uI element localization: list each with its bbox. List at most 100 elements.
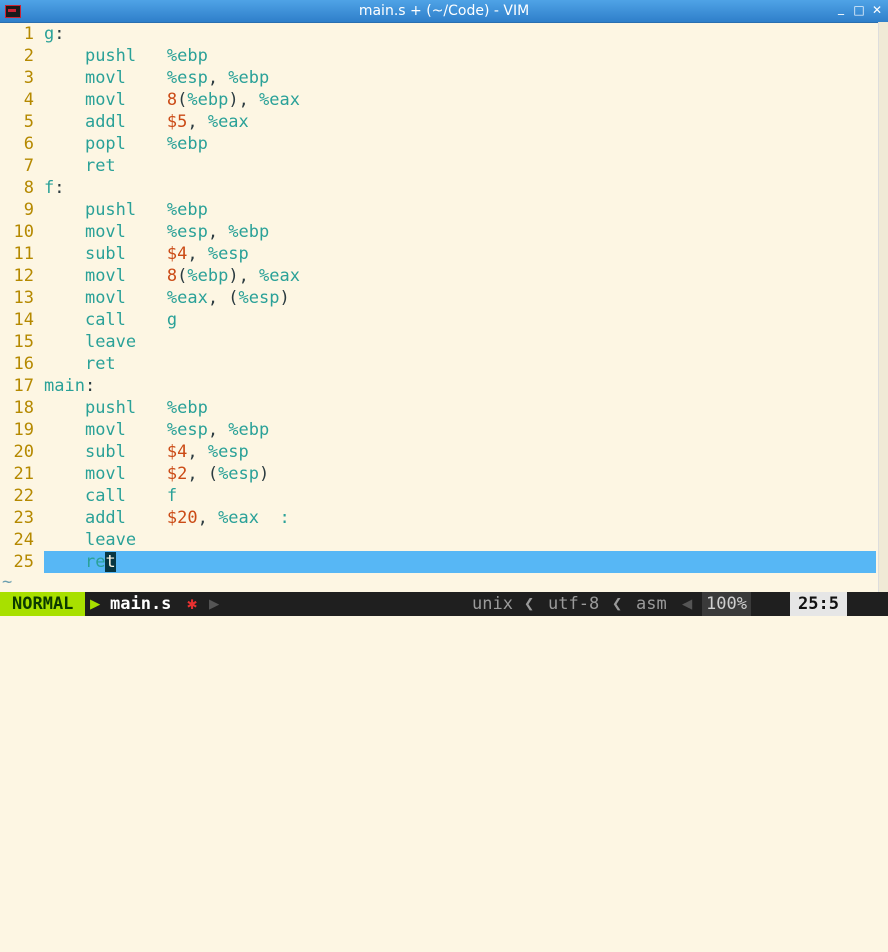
line-code: pushl %ebp (44, 397, 208, 419)
spacing (126, 134, 167, 154)
code-line[interactable]: 9 pushl %ebp (0, 199, 878, 221)
code-line[interactable]: 6 popl %ebp (0, 133, 878, 155)
line-code: ret (44, 551, 116, 573)
code-line[interactable]: 4 movl 8(%ebp), %eax (0, 89, 878, 111)
asm-number: $5 (166, 112, 188, 132)
label-colon: : (54, 24, 65, 44)
scroll-percent: 100% (702, 592, 751, 616)
asm-register: %ebp (187, 266, 229, 286)
code-line[interactable]: 13 movl %eax, (%esp) (0, 287, 878, 309)
asm-number: 8 (166, 90, 178, 110)
line-number: 11 (13, 244, 34, 264)
line-number: 23 (13, 508, 34, 528)
maximize-button[interactable]: □ (852, 3, 866, 17)
spacing (136, 200, 167, 220)
line-number: 3 (23, 68, 34, 88)
asm-operand: %eax (166, 288, 208, 308)
code-line[interactable]: 22 call f (0, 485, 878, 507)
code-line[interactable]: 3 movl %esp, %ebp (0, 67, 878, 89)
code-line[interactable]: 18 pushl %ebp (0, 397, 878, 419)
cursor-position: 25:5 (790, 592, 847, 616)
code-line[interactable]: 7 ret (0, 155, 878, 177)
code-line[interactable]: 5 addl $5, %eax (0, 111, 878, 133)
code-line[interactable]: 20 subl $4, %esp (0, 441, 878, 463)
line-number: 22 (13, 486, 34, 506)
asm-instruction: re (84, 552, 106, 572)
comma: , (207, 222, 229, 242)
code-line[interactable]: 10 movl %esp, %ebp (0, 221, 878, 243)
code-line[interactable]: 23 addl $20, %eax : (0, 507, 878, 529)
mode-indicator: NORMAL (0, 592, 86, 616)
spacing (126, 90, 167, 110)
code-line[interactable]: 15 leave (0, 331, 878, 353)
line-code: ret (44, 353, 116, 375)
asm-operand: g (166, 310, 178, 330)
code-line[interactable]: 14 call g (0, 309, 878, 331)
asm-instruction: movl (84, 266, 126, 286)
comma: , ( (187, 464, 219, 484)
asm-instruction: pushl (84, 46, 137, 66)
asm-register: %esp (238, 288, 280, 308)
file-encoding: utf-8 (548, 594, 600, 614)
comma: , (187, 112, 208, 132)
asm-label: main (44, 376, 85, 396)
line-code: leave (44, 529, 136, 551)
editor-area[interactable]: 1 g: 2 pushl %ebp 3 movl %esp, %ebp 4 movl 8… (0, 22, 878, 592)
code-line[interactable]: 17 main: (0, 375, 878, 397)
line-code: ret (44, 155, 116, 177)
asm-instruction: leave (84, 530, 137, 550)
code-line[interactable]: 11 subl $4, %esp (0, 243, 878, 265)
label-colon: : (84, 376, 96, 396)
line-number: 18 (13, 398, 34, 418)
line-code: movl %esp, %ebp (44, 67, 269, 89)
line-code: addl $20, %eax : (44, 507, 290, 529)
code-line[interactable]: 8 f: (0, 177, 878, 199)
line-number: 16 (13, 354, 34, 374)
command-line[interactable] (0, 616, 888, 637)
code-line[interactable]: 24 leave (0, 529, 878, 551)
line-number: 13 (13, 288, 34, 308)
code-line[interactable]: 21 movl $2, (%esp) (0, 463, 878, 485)
cursorline-highlight (44, 551, 876, 573)
file-type: asm (636, 594, 667, 614)
asm-instruction: call (84, 486, 126, 506)
asm-operand: f (166, 486, 178, 506)
asm-operand: %ebp (166, 398, 208, 418)
comma: , (238, 266, 260, 286)
code-line[interactable]: 16 ret (0, 353, 878, 375)
line-code: movl 8(%ebp), %eax (44, 265, 300, 287)
title-bar[interactable]: main.s + (~/Code) - VIM _ □ ✕ (0, 0, 888, 23)
line-number: 6 (23, 134, 34, 154)
comma: , (187, 244, 208, 264)
code-line[interactable]: 25 ret (0, 551, 878, 573)
asm-instruction: leave (84, 332, 137, 352)
code-line[interactable]: 12 movl 8(%ebp), %eax (0, 265, 878, 287)
spacing (126, 310, 167, 330)
line-code: leave (44, 331, 136, 353)
code-line[interactable]: 2 pushl %ebp (0, 45, 878, 67)
close-button[interactable]: ✕ (870, 3, 884, 17)
code-line[interactable]: 19 movl %esp, %ebp (0, 419, 878, 441)
code-line[interactable]: 1 g: (0, 23, 878, 45)
status-separator: ❮ (524, 594, 535, 614)
minimize-button[interactable]: _ (834, 1, 848, 15)
asm-register: %eax (259, 90, 300, 110)
paren: ) (228, 90, 239, 110)
vim-window: main.s + (~/Code) - VIM _ □ ✕ 1 g: 2 pushl… (0, 0, 888, 637)
paren: ( (177, 266, 188, 286)
comma: , (207, 420, 229, 440)
scrollbar[interactable] (878, 22, 888, 592)
spacing (126, 464, 167, 484)
paren: ( (177, 90, 188, 110)
mode-arrow: ▶ (90, 594, 101, 614)
line-number: 14 (13, 310, 34, 330)
